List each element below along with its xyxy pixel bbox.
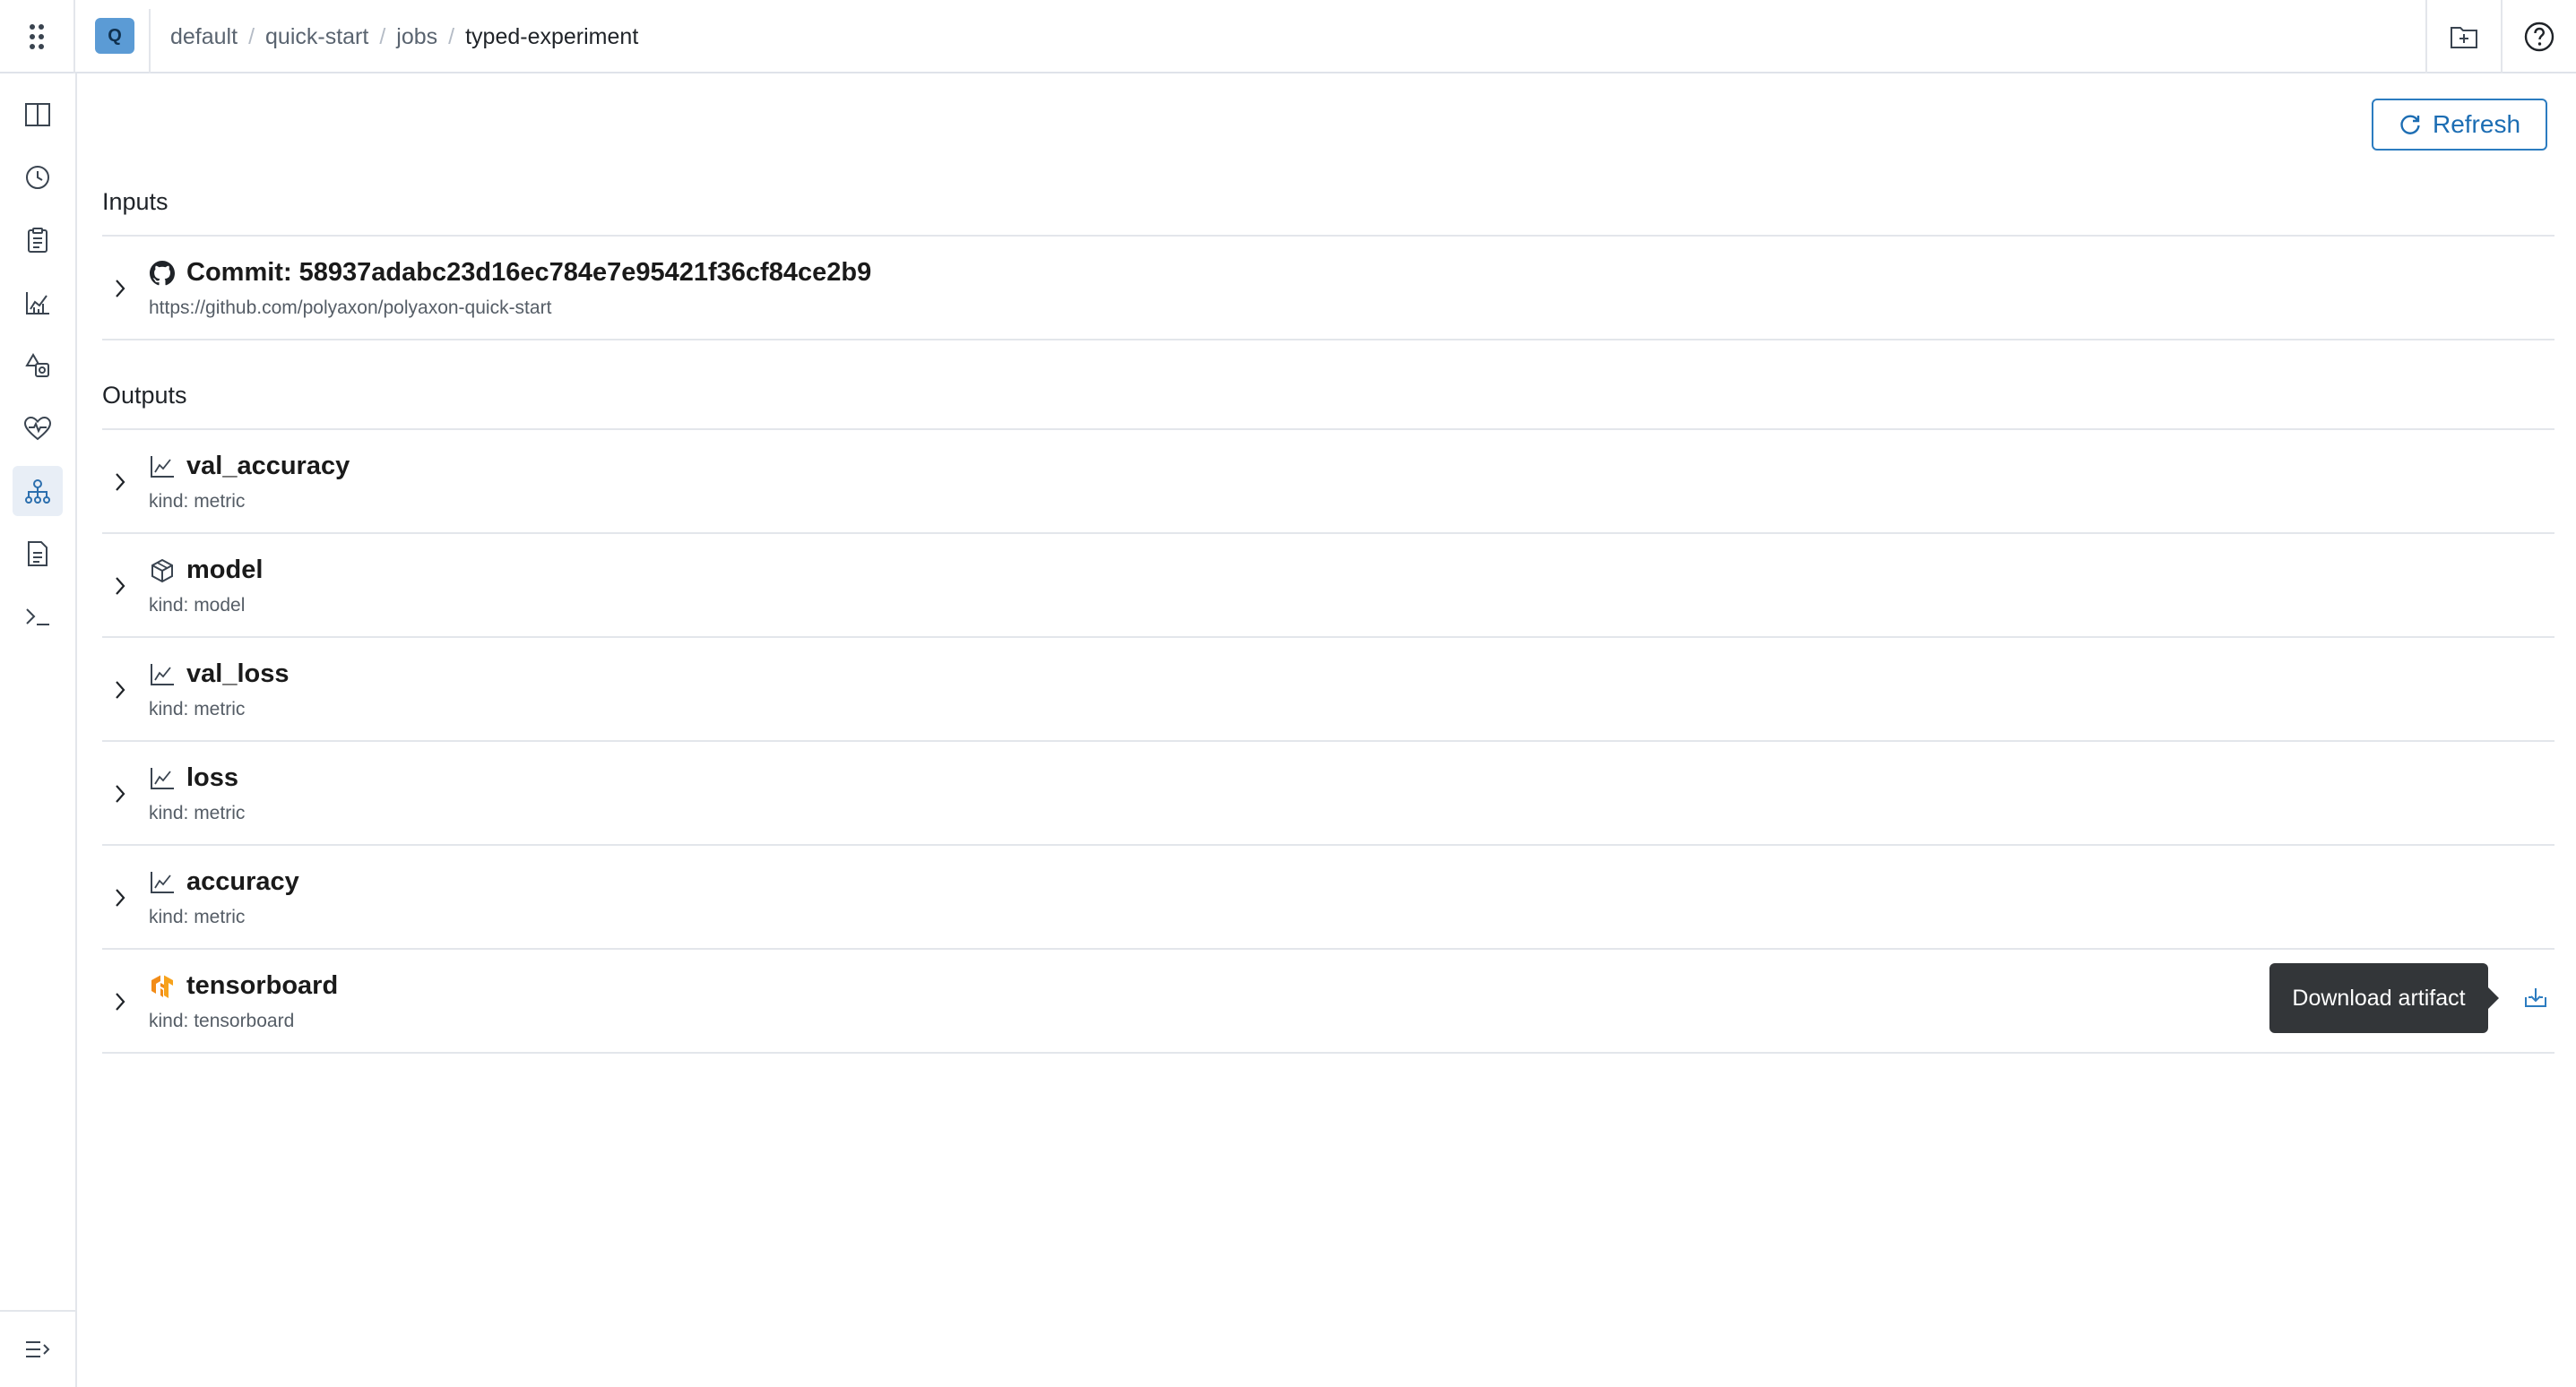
output-kind: kind: metric [149, 491, 246, 512]
chevron-right-icon[interactable] [108, 880, 133, 916]
model-cube-icon [149, 557, 176, 584]
metric-chart-icon [149, 765, 176, 792]
hierarchy-icon [25, 479, 50, 504]
sidebar [0, 73, 77, 1387]
metric-chart-icon [149, 453, 176, 480]
sidebar-item-artifacts[interactable] [13, 340, 63, 391]
main-content: Refresh Inputs Commit: 58937adabc23d16ec… [77, 75, 2576, 1387]
chevron-right-icon[interactable] [108, 672, 133, 708]
output-kind: kind: metric [149, 803, 246, 823]
folder-plus-icon [2451, 27, 2477, 48]
chevron-right-icon[interactable] [108, 464, 133, 500]
metric-chart-icon [149, 661, 176, 688]
breadcrumb: default / quick-start / jobs / typed-exp… [170, 0, 638, 73]
shapes-icon [25, 353, 49, 377]
help-button[interactable] [2501, 0, 2576, 73]
breadcrumb-project[interactable]: quick-start [265, 24, 368, 50]
sidebar-item-dashboards[interactable] [13, 278, 63, 328]
refresh-label: Refresh [2432, 110, 2521, 138]
output-name: val_accuracy [186, 452, 350, 480]
breadcrumb-separator: / [379, 23, 386, 49]
output-row-val-accuracy[interactable]: val_accuracy kind: metric [102, 430, 2554, 532]
output-name: val_loss [186, 659, 290, 688]
chevron-right-icon[interactable] [108, 776, 133, 812]
sidebar-item-timeline[interactable] [13, 152, 63, 202]
sidebar-item-specification[interactable] [13, 529, 63, 579]
top-actions [2425, 0, 2576, 73]
output-name: loss [186, 763, 239, 792]
sidebar-item-health[interactable] [13, 403, 63, 453]
tensorflow-icon [149, 973, 176, 1000]
clipboard-icon [28, 228, 48, 253]
sidebar-item-logs[interactable] [13, 215, 63, 265]
chevron-right-icon[interactable] [108, 271, 133, 306]
breadcrumb-jobs[interactable]: jobs [396, 24, 437, 50]
input-row-commit[interactable]: Commit: 58937adabc23d16ec784e7e95421f36c… [102, 237, 2554, 339]
terminal-icon [26, 608, 49, 625]
refresh-icon [2400, 115, 2420, 134]
chevron-right-icon[interactable] [108, 984, 133, 1020]
download-artifact-tooltip: Download artifact [2269, 963, 2499, 1033]
expand-sidebar-icon [26, 1341, 50, 1357]
grid-dots-icon [30, 24, 44, 49]
sidebar-item-overview[interactable] [13, 90, 63, 140]
divider [102, 339, 2554, 340]
refresh-button[interactable]: Refresh [2372, 99, 2547, 151]
outputs-section-title: Outputs [102, 382, 187, 409]
sidebar-item-lineage[interactable] [13, 466, 63, 516]
columns-icon [25, 103, 50, 126]
output-row-accuracy[interactable]: accuracy kind: metric [102, 846, 2554, 948]
chevron-right-icon[interactable] [108, 568, 133, 604]
help-icon [2524, 22, 2554, 52]
input-url[interactable]: https://github.com/polyaxon/polyaxon-qui… [149, 297, 551, 319]
output-kind: kind: metric [149, 907, 246, 927]
output-kind: kind: tensorboard [149, 1011, 295, 1031]
top-bar: Q default / quick-start / jobs / typed-e… [0, 0, 2576, 73]
heart-pulse-icon [23, 416, 52, 441]
input-name: Commit: 58937adabc23d16ec784e7e95421f36c… [186, 258, 872, 287]
output-row-model[interactable]: model kind: model [102, 534, 2554, 636]
chart-line-icon [26, 292, 49, 314]
output-name: tensorboard [186, 971, 339, 1000]
breadcrumb-separator: / [248, 23, 255, 49]
output-name: model [186, 556, 264, 584]
output-row-loss[interactable]: loss kind: metric [102, 742, 2554, 844]
breadcrumb-separator: / [448, 23, 455, 49]
divider [102, 1052, 2554, 1054]
github-icon [149, 260, 176, 287]
app-menu-button[interactable] [0, 0, 75, 73]
output-row-val-loss[interactable]: val_loss kind: metric [102, 638, 2554, 740]
project-avatar[interactable]: Q [95, 18, 134, 54]
download-artifact-button[interactable] [2519, 980, 2553, 1014]
sidebar-expand-button[interactable] [0, 1310, 75, 1387]
output-row-tensorboard[interactable]: tensorboard kind: tensorboard [102, 950, 2554, 1052]
download-icon [2525, 988, 2546, 1007]
breadcrumb-current: typed-experiment [465, 23, 639, 49]
clock-icon [26, 166, 49, 189]
output-name: accuracy [186, 867, 299, 896]
sidebar-item-terminal[interactable] [13, 591, 63, 642]
document-icon [28, 541, 48, 566]
header-divider [149, 9, 151, 73]
output-kind: kind: model [149, 595, 246, 616]
metric-chart-icon [149, 869, 176, 896]
output-kind: kind: metric [149, 699, 246, 719]
inputs-section-title: Inputs [102, 188, 169, 215]
breadcrumb-owner[interactable]: default [170, 24, 238, 50]
add-to-folder-button[interactable] [2425, 0, 2501, 73]
